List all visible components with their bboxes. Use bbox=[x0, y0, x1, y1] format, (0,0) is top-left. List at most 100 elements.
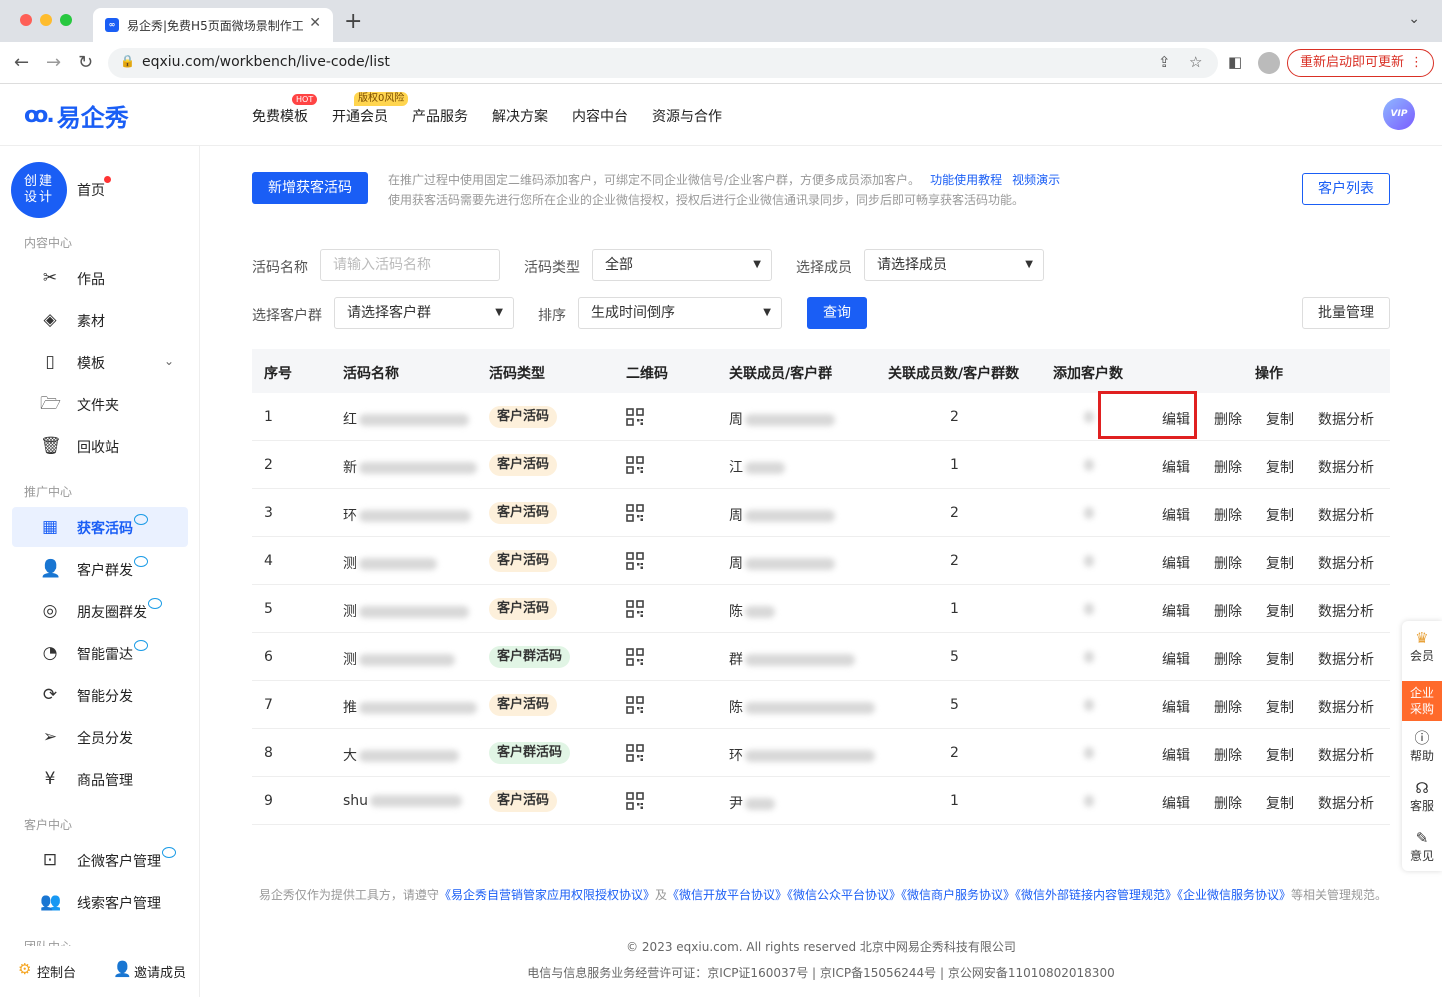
copy-button[interactable]: 复制 bbox=[1266, 745, 1294, 765]
copy-button[interactable]: 复制 bbox=[1266, 697, 1294, 717]
qrcode-icon[interactable] bbox=[626, 600, 644, 618]
member-float-button[interactable]: ♛ 会员 bbox=[1402, 629, 1442, 664]
sidebar-item-product-management[interactable]: ¥ 商品管理 bbox=[12, 759, 188, 799]
forward-icon[interactable]: → bbox=[46, 52, 61, 73]
service-float-button[interactable]: ☊ 客服 bbox=[1402, 779, 1442, 814]
nav-resources[interactable]: 资源与合作 bbox=[652, 106, 722, 126]
reload-icon[interactable]: ↻ bbox=[78, 52, 93, 73]
invite-member-link[interactable]: 邀请成员 bbox=[134, 962, 186, 981]
data-analysis-button[interactable]: 数据分析 bbox=[1318, 505, 1374, 525]
delete-button[interactable]: 删除 bbox=[1214, 793, 1242, 813]
delete-button[interactable]: 删除 bbox=[1214, 505, 1242, 525]
delete-button[interactable]: 删除 bbox=[1214, 697, 1242, 717]
nav-products[interactable]: 产品服务 bbox=[412, 106, 468, 126]
edit-button[interactable]: 编辑 bbox=[1162, 457, 1190, 477]
customer-list-button[interactable]: 客户列表 bbox=[1302, 173, 1390, 205]
sidebar-item-works[interactable]: ✂ 作品 bbox=[12, 258, 188, 298]
create-design-button[interactable]: 创建 设计 bbox=[11, 162, 67, 218]
group-filter-select[interactable]: 请选择客户群 ▼ bbox=[334, 297, 514, 329]
sidebar-item-home[interactable]: 首页 bbox=[77, 180, 105, 200]
edit-button[interactable]: 编辑 bbox=[1162, 793, 1190, 813]
qrcode-icon[interactable] bbox=[626, 792, 644, 810]
copy-button[interactable]: 复制 bbox=[1266, 649, 1294, 669]
sidebar-item-all-staff-distribution[interactable]: ➢ 全员分发 bbox=[12, 717, 188, 757]
data-analysis-button[interactable]: 数据分析 bbox=[1318, 793, 1374, 813]
tab-list-chevron-icon[interactable]: ⌄ bbox=[1408, 11, 1420, 27]
sidebar-item-wecom-customers[interactable]: ⊡ 企微客户管理 bbox=[12, 840, 188, 880]
close-window-button[interactable] bbox=[20, 14, 32, 26]
qrcode-icon[interactable] bbox=[626, 696, 644, 714]
agreement-link[interactable]: 《易企秀自营销管家应用权限授权协议》 bbox=[439, 888, 655, 902]
copy-button[interactable]: 复制 bbox=[1266, 553, 1294, 573]
edit-button[interactable]: 编辑 bbox=[1162, 601, 1190, 621]
vip-avatar[interactable]: VIP bbox=[1383, 98, 1415, 130]
tutorial-link[interactable]: 功能使用教程 bbox=[930, 173, 1002, 187]
qrcode-icon[interactable] bbox=[626, 504, 644, 522]
add-live-code-button[interactable]: 新增获客活码 bbox=[252, 172, 368, 204]
data-analysis-button[interactable]: 数据分析 bbox=[1318, 745, 1374, 765]
sidebar-item-live-code[interactable]: ▦ 获客活码 bbox=[12, 507, 188, 547]
qrcode-icon[interactable] bbox=[626, 456, 644, 474]
qrcode-icon[interactable] bbox=[626, 408, 644, 426]
edit-button[interactable]: 编辑 bbox=[1162, 553, 1190, 573]
batch-manage-button[interactable]: 批量管理 bbox=[1302, 297, 1390, 329]
sidebar-item-recycle-bin[interactable]: 🗑 回收站 bbox=[12, 426, 188, 466]
agreement-link[interactable]: 《微信开放平台协议》 bbox=[667, 888, 787, 902]
copy-button[interactable]: 复制 bbox=[1266, 457, 1294, 477]
tab-close-icon[interactable]: ✕ bbox=[309, 15, 321, 31]
copy-button[interactable]: 复制 bbox=[1266, 505, 1294, 525]
url-field[interactable]: 🔒 eqxiu.com/workbench/live-code/list ⇪ ☆ bbox=[108, 48, 1218, 78]
back-icon[interactable]: ← bbox=[14, 52, 29, 73]
nav-solutions[interactable]: 解决方案 bbox=[492, 106, 548, 126]
agreement-link[interactable]: 《微信公众平台协议》 bbox=[787, 888, 901, 902]
sidebar-item-folder[interactable]: 🗁 文件夹 bbox=[12, 384, 188, 424]
nav-free-templates[interactable]: 免费模板 bbox=[252, 106, 308, 126]
nav-content-center[interactable]: 内容中台 bbox=[572, 106, 628, 126]
delete-button[interactable]: 删除 bbox=[1214, 649, 1242, 669]
sidebar-item-smart-radar[interactable]: ◔ 智能雷达 bbox=[12, 633, 188, 673]
console-link[interactable]: 控制台 bbox=[37, 962, 76, 981]
side-panel-icon[interactable]: ◧ bbox=[1228, 53, 1242, 71]
edit-button[interactable]: 编辑 bbox=[1162, 697, 1190, 717]
enterprise-purchase-button[interactable]: 企业 采购 bbox=[1402, 681, 1442, 721]
restart-update-button[interactable]: 重新启动即可更新 ⋮ bbox=[1287, 49, 1434, 77]
sidebar-item-templates[interactable]: ▯ 模板 ⌄ bbox=[12, 342, 188, 382]
sidebar-item-moments-send[interactable]: ◎ 朋友圈群发 bbox=[12, 591, 188, 631]
data-analysis-button[interactable]: 数据分析 bbox=[1318, 649, 1374, 669]
agreement-link[interactable]: 《微信商户服务协议》 bbox=[901, 888, 1015, 902]
qrcode-icon[interactable] bbox=[626, 552, 644, 570]
sidebar-item-customer-mass-send[interactable]: 👤 客户群发 bbox=[12, 549, 188, 589]
delete-button[interactable]: 删除 bbox=[1214, 409, 1242, 429]
share-icon[interactable]: ⇪ bbox=[1158, 53, 1171, 71]
sidebar-item-smart-distribution[interactable]: ⟳ 智能分发 bbox=[12, 675, 188, 715]
eqxiu-logo[interactable]: ꝏ. 易企秀 bbox=[24, 100, 129, 132]
edit-button[interactable]: 编辑 bbox=[1162, 745, 1190, 765]
help-float-button[interactable]: ⓘ 帮助 bbox=[1402, 729, 1442, 764]
sidebar-item-materials[interactable]: ◈ 素材 bbox=[12, 300, 188, 340]
copy-button[interactable]: 复制 bbox=[1266, 793, 1294, 813]
edit-button[interactable]: 编辑 bbox=[1162, 505, 1190, 525]
copy-button[interactable]: 复制 bbox=[1266, 601, 1294, 621]
maximize-window-button[interactable] bbox=[60, 14, 72, 26]
new-tab-icon[interactable]: + bbox=[344, 9, 362, 34]
bookmark-star-icon[interactable]: ☆ bbox=[1189, 53, 1202, 71]
data-analysis-button[interactable]: 数据分析 bbox=[1318, 697, 1374, 717]
edit-button[interactable]: 编辑 bbox=[1162, 649, 1190, 669]
sidebar-item-lead-customers[interactable]: 👥 线索客户管理 bbox=[12, 882, 188, 922]
delete-button[interactable]: 删除 bbox=[1214, 601, 1242, 621]
feedback-float-button[interactable]: ✎ 意见 bbox=[1402, 829, 1442, 864]
delete-button[interactable]: 删除 bbox=[1214, 553, 1242, 573]
type-filter-select[interactable]: 全部 ▼ bbox=[592, 249, 772, 281]
delete-button[interactable]: 删除 bbox=[1214, 457, 1242, 477]
member-filter-select[interactable]: 请选择成员 ▼ bbox=[864, 249, 1044, 281]
query-button[interactable]: 查询 bbox=[807, 297, 867, 329]
browser-tab[interactable]: ∞ 易企秀|免费H5页面微场景制作工具 ✕ bbox=[93, 8, 333, 42]
profile-avatar[interactable] bbox=[1258, 52, 1280, 74]
data-analysis-button[interactable]: 数据分析 bbox=[1318, 409, 1374, 429]
agreement-link[interactable]: 《微信外部链接内容管理规范》 bbox=[1015, 888, 1177, 902]
sort-select[interactable]: 生成时间倒序 ▼ bbox=[578, 297, 782, 329]
qrcode-icon[interactable] bbox=[626, 648, 644, 666]
delete-button[interactable]: 删除 bbox=[1214, 745, 1242, 765]
data-analysis-button[interactable]: 数据分析 bbox=[1318, 553, 1374, 573]
copy-button[interactable]: 复制 bbox=[1266, 409, 1294, 429]
